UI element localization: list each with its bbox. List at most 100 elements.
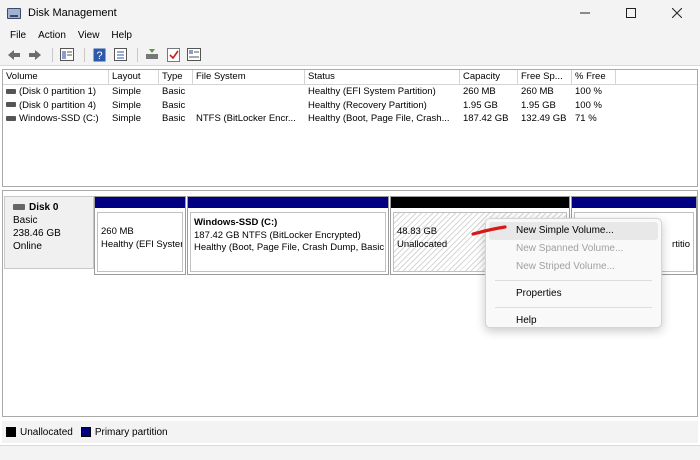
menu-separator	[495, 280, 652, 281]
status-cell: Healthy (EFI System Partition)	[308, 86, 436, 97]
column-header-layout[interactable]: Layout	[109, 70, 159, 84]
disk-name: Disk 0	[29, 202, 59, 213]
partition-status: Healthy (Boot, Page File, Crash Dump, Ba…	[194, 242, 385, 253]
close-button[interactable]	[654, 0, 700, 26]
column-header-percent-free[interactable]: % Free	[572, 70, 616, 84]
layout-cell: Simple	[112, 99, 142, 111]
percent-free-cell: 71 %	[575, 113, 597, 124]
column-header-status[interactable]: Status	[305, 70, 460, 84]
window-controls	[562, 0, 700, 26]
check-button[interactable]	[164, 46, 182, 64]
menu-item-new-striped-volume[interactable]: New Striped Volume...	[489, 258, 658, 276]
forward-button[interactable]	[26, 46, 44, 64]
legend-swatch-unallocated	[6, 427, 16, 437]
disk-status: Online	[13, 241, 42, 252]
view-icon	[187, 48, 201, 61]
menu-item-properties[interactable]: Properties	[489, 285, 658, 303]
volume-cell: Windows-SSD (C:)	[3, 112, 109, 126]
toolbar-separator	[52, 47, 53, 62]
column-header-free-space[interactable]: Free Sp...	[518, 70, 572, 84]
disk-name-line: Disk 0	[13, 201, 89, 214]
percent-free-cell: 100 %	[575, 99, 602, 111]
menu-action[interactable]: Action	[32, 30, 72, 41]
partition-title: Windows-SSD (C:)	[194, 217, 278, 228]
minimize-button[interactable]	[562, 0, 608, 26]
context-menu: New Simple Volume... New Spanned Volume.…	[485, 218, 662, 328]
partition-details: 187.42 GB NTFS (BitLocker Encrypted)	[194, 229, 361, 241]
legend-label: Primary partition	[94, 426, 168, 438]
toolbar-separator	[137, 47, 138, 62]
type-cell: Basic	[162, 113, 186, 124]
layout-cell: Simple	[112, 86, 142, 97]
partition-type-bar	[188, 197, 388, 209]
partition-size: 260 MB	[101, 226, 134, 237]
partition-body: Windows-SSD (C:) 187.42 GB NTFS (BitLock…	[190, 212, 386, 272]
view-button[interactable]	[185, 46, 203, 64]
properties-icon	[113, 48, 127, 61]
console-tree-button[interactable]	[58, 46, 76, 64]
close-icon	[672, 8, 682, 18]
disk-management-app-icon	[7, 7, 21, 19]
column-header-type[interactable]: Type	[159, 70, 193, 84]
table-row[interactable]: (Disk 0 partition 1) Simple Basic Health…	[3, 85, 697, 99]
free-space-cell: 132.49 GB	[521, 113, 567, 124]
volume-name: (Disk 0 partition 4)	[19, 99, 97, 111]
legend: Unallocated Primary partition	[2, 421, 698, 443]
column-header-volume[interactable]: Volume	[3, 70, 109, 84]
layout-cell: Simple	[112, 113, 142, 124]
volume-name: (Disk 0 partition 1)	[19, 86, 97, 97]
menu-file[interactable]: File	[4, 30, 32, 41]
partition-status: Healthy (EFI Syster	[101, 238, 183, 250]
menu-view[interactable]: View	[72, 30, 106, 41]
red-annotation-stroke	[471, 225, 507, 236]
partition-body: 260 MB Healthy (EFI Syster	[97, 212, 183, 272]
help-icon: ?	[93, 48, 105, 62]
file-system-cell: NTFS (BitLocker Encr...	[196, 113, 296, 124]
help-button[interactable]: ?	[90, 46, 108, 64]
disk-0-label[interactable]: Disk 0 Basic 238.46 GB Online	[4, 196, 94, 269]
rescan-button[interactable]	[143, 46, 161, 64]
properties-button[interactable]	[111, 46, 129, 64]
volume-icon	[6, 115, 16, 121]
status-cell: Healthy (Recovery Partition)	[308, 99, 427, 111]
svg-text:?: ?	[96, 50, 102, 62]
capacity-cell: 1.95 GB	[463, 99, 498, 111]
back-button[interactable]	[5, 46, 23, 64]
volume-cell: (Disk 0 partition 4)	[3, 99, 109, 113]
type-cell: Basic	[162, 99, 186, 111]
menu-help[interactable]: Help	[105, 30, 138, 41]
table-row[interactable]: (Disk 0 partition 4) Simple Basic Health…	[3, 99, 697, 113]
volume-cell: (Disk 0 partition 1)	[3, 85, 109, 99]
partition-windows-ssd[interactable]: Windows-SSD (C:) 187.42 GB NTFS (BitLock…	[187, 196, 389, 275]
partition-type-bar	[95, 197, 185, 209]
status-cell: Healthy (Boot, Page File, Crash...	[308, 113, 450, 124]
menu-item-new-spanned-volume[interactable]: New Spanned Volume...	[489, 240, 658, 258]
percent-free-cell: 100 %	[575, 86, 602, 97]
volume-icon	[6, 88, 16, 94]
minimize-icon	[580, 12, 590, 14]
menu-item-help[interactable]: Help	[489, 312, 658, 330]
partition-type-bar	[391, 197, 569, 209]
toolbar: ?	[0, 44, 700, 66]
legend-item-primary: Primary partition	[80, 426, 168, 438]
maximize-button[interactable]	[608, 0, 654, 26]
column-header-file-system[interactable]: File System	[193, 70, 305, 84]
disk-type: Basic	[13, 215, 38, 226]
maximize-icon	[626, 8, 636, 18]
column-header-capacity[interactable]: Capacity	[460, 70, 518, 84]
status-bar	[0, 445, 700, 460]
free-space-cell: 1.95 GB	[521, 99, 556, 111]
column-header-filler	[616, 70, 697, 84]
rescan-icon	[146, 49, 158, 59]
partition-type-bar	[572, 197, 696, 209]
menu-item-new-simple-volume[interactable]: New Simple Volume...	[489, 222, 658, 240]
volume-icon	[6, 102, 16, 108]
toolbar-separator	[84, 47, 85, 62]
partition-efi[interactable]: 260 MB Healthy (EFI Syster	[94, 196, 186, 275]
legend-item-unallocated: Unallocated	[6, 427, 73, 438]
check-icon	[166, 47, 180, 62]
free-space-cell: 260 MB	[521, 86, 554, 97]
disk-size: 238.46 GB	[13, 228, 61, 239]
type-cell: Basic	[162, 86, 186, 97]
table-row[interactable]: Windows-SSD (C:) Simple Basic NTFS (BitL…	[3, 112, 697, 126]
